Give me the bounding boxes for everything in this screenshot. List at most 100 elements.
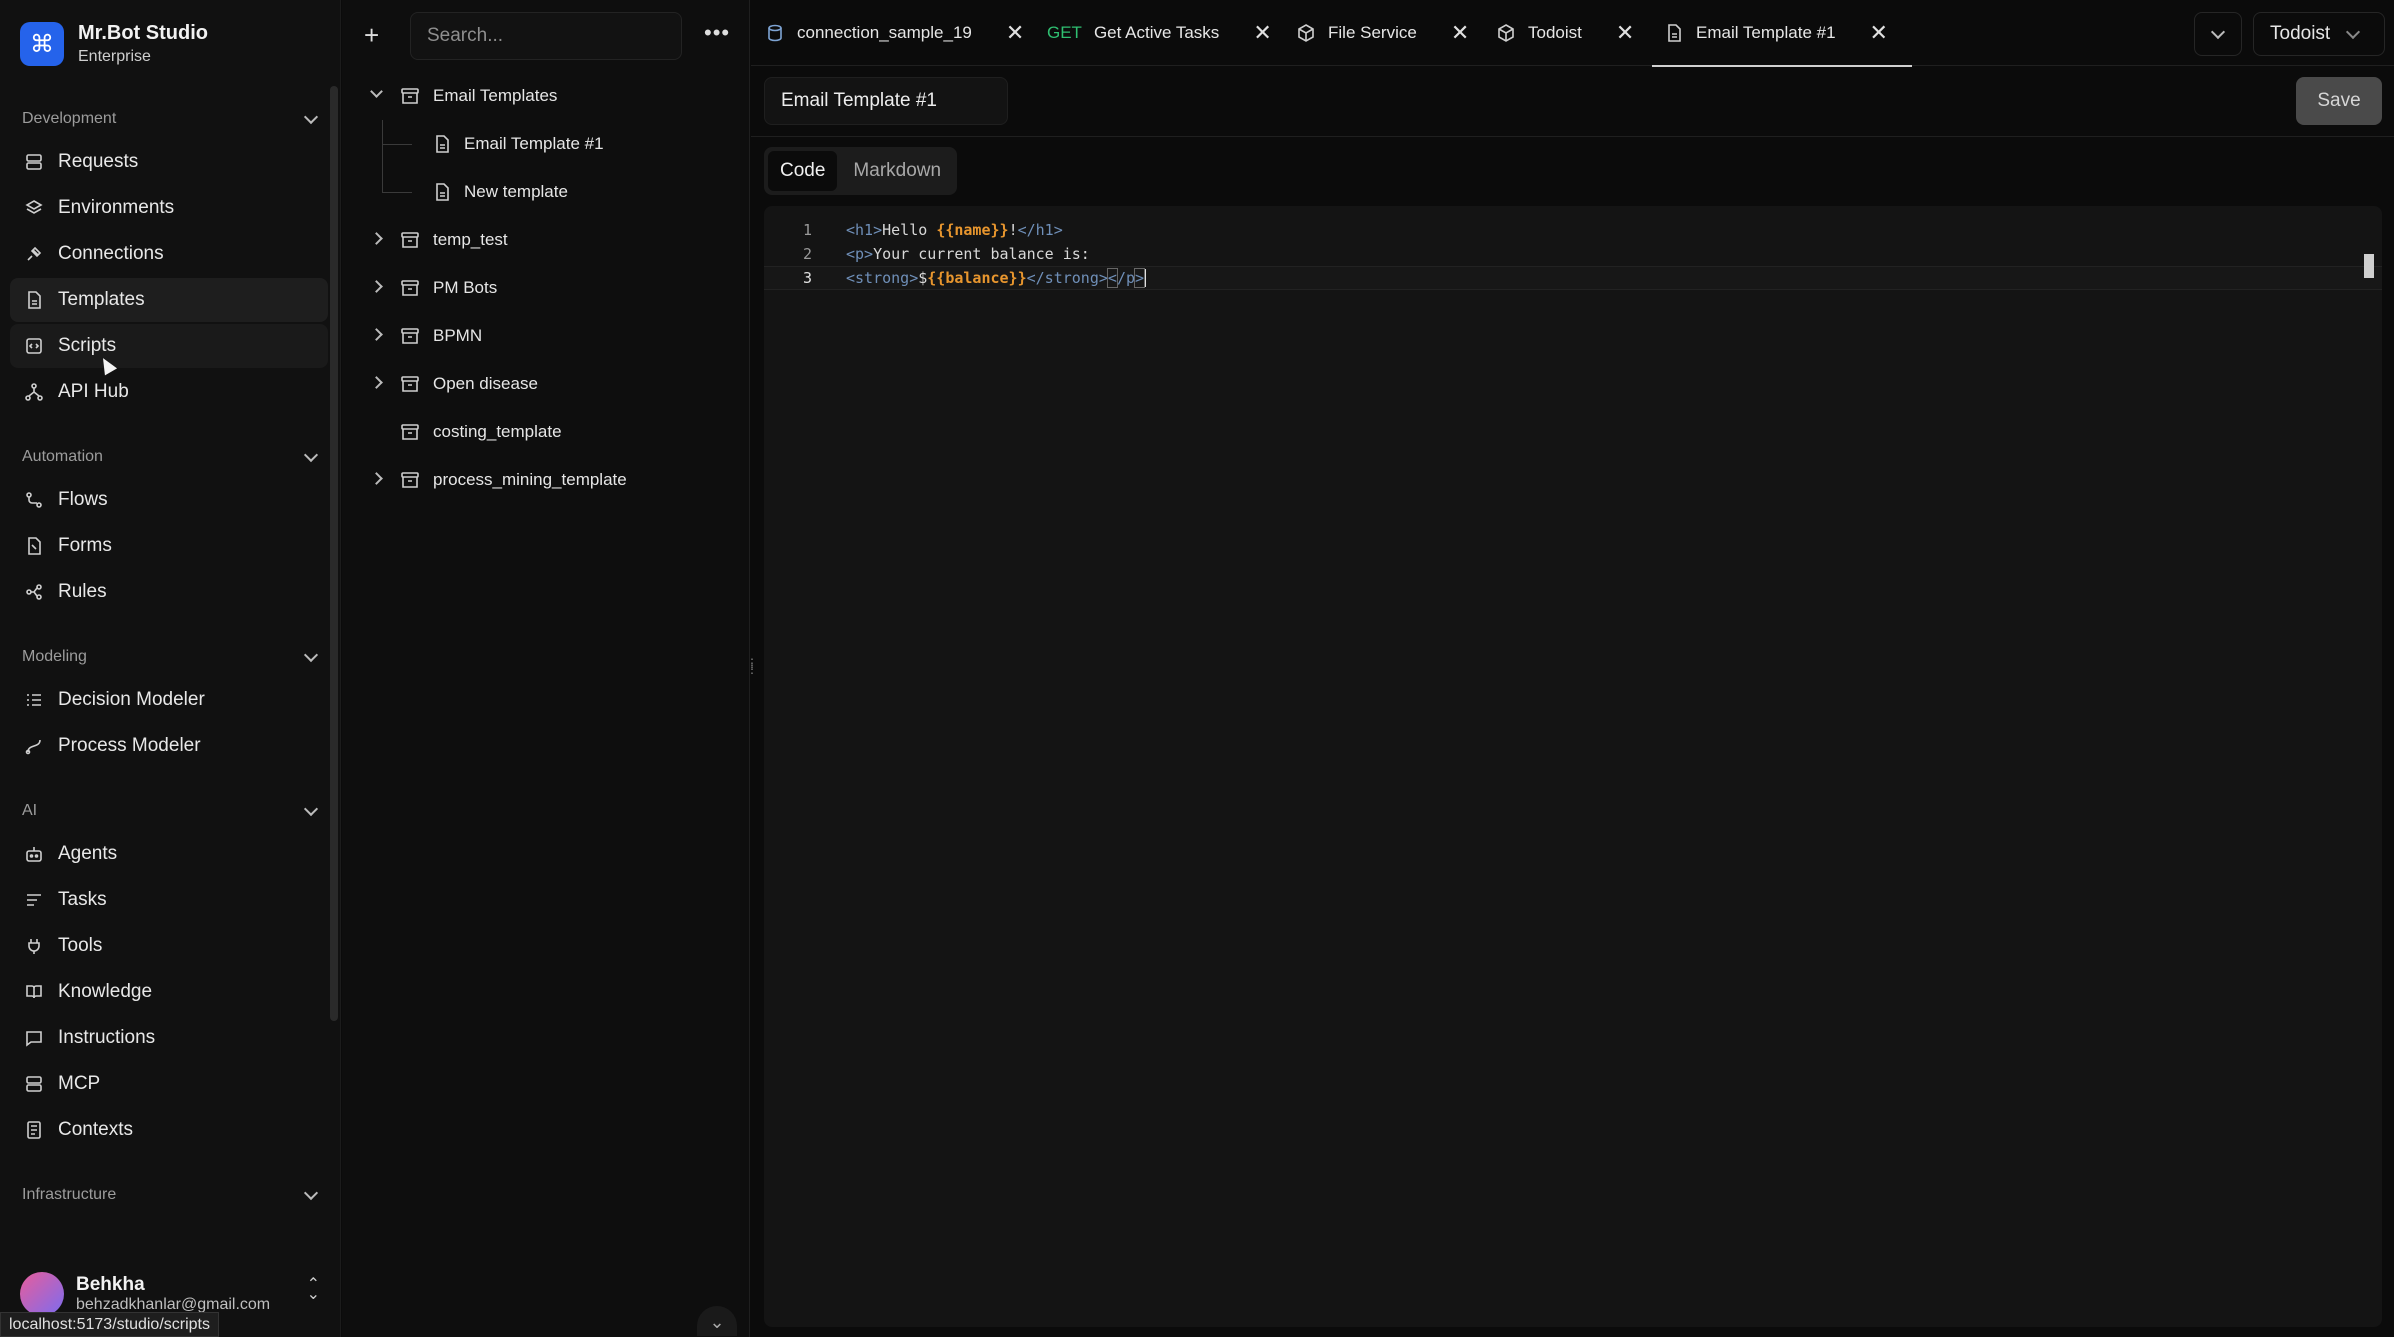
sidebar-item-label: Instructions <box>58 1027 156 1048</box>
brand[interactable]: ⌘ Mr.Bot Studio Enterprise <box>20 22 208 66</box>
http-method-badge: GET <box>1047 23 1082 42</box>
section-automation[interactable]: Automation <box>10 438 328 476</box>
sidebar-item-scripts[interactable]: Scripts <box>10 324 328 368</box>
close-icon[interactable]: ✕ <box>1616 20 1634 46</box>
tree-folder[interactable]: Email Templates <box>342 72 750 120</box>
section-development[interactable]: Development <box>10 100 328 138</box>
sidebar-item-label: Environments <box>58 197 175 218</box>
tree-folder[interactable]: Open disease <box>342 360 750 408</box>
chevron-right-icon[interactable] <box>370 280 383 293</box>
tree-item-label: New template <box>464 182 568 201</box>
line-number: 2 <box>802 245 812 263</box>
archive-icon <box>400 230 420 250</box>
sidebar-item-process-modeler[interactable]: Process Modeler <box>10 724 328 768</box>
tab-request[interactable]: GET Get Active Tasks ✕ <box>1047 0 1272 66</box>
sidebar-item-decision-modeler[interactable]: Decision Modeler <box>10 678 328 722</box>
chevron-right-icon[interactable] <box>370 376 383 389</box>
section-modeling[interactable]: Modeling <box>10 638 328 676</box>
close-icon[interactable]: ✕ <box>1870 20 1888 46</box>
sidebar-item-label: Flows <box>58 489 108 510</box>
sidebar-item-knowledge[interactable]: Knowledge <box>10 970 328 1014</box>
tab-markdown[interactable]: Markdown <box>841 151 953 191</box>
user-menu[interactable]: Behkha behzadkhanlar@gmail.com ⌃ ⌄ <box>20 1272 320 1316</box>
section-ai[interactable]: AI <box>10 792 328 830</box>
sidebar-item-rules[interactable]: Rules <box>10 570 328 614</box>
section-infrastructure[interactable]: Infrastructure <box>10 1176 328 1214</box>
sidebar-item-label: API Hub <box>58 381 129 402</box>
line-number: 1 <box>802 221 812 239</box>
template-title-input[interactable] <box>764 77 1008 125</box>
search-input[interactable] <box>410 12 682 60</box>
sidebar-item-environments[interactable]: Environments <box>10 186 328 230</box>
tree-folder[interactable]: costing_template <box>342 408 750 456</box>
chevron-down-icon[interactable] <box>370 85 383 98</box>
sidebar-item-api-hub[interactable]: API Hub <box>10 370 328 414</box>
tree-list: Email Templates Email Template #1 New te… <box>342 72 750 504</box>
plug-tool-icon <box>24 936 44 956</box>
tree-folder[interactable]: PM Bots <box>342 264 750 312</box>
section-title: Automation <box>22 448 103 465</box>
panel-resize-handle[interactable]: ⋮ ⋮ <box>746 657 758 678</box>
chevron-right-icon[interactable] <box>370 232 383 245</box>
code-editor[interactable]: 1 <h1>Hello {{name}}!</h1> 2 <p>Your cur… <box>764 206 2382 1327</box>
workspace-select[interactable]: Todoist <box>2253 12 2385 56</box>
sidebar-item-tasks[interactable]: Tasks <box>10 878 328 922</box>
sidebar-item-connections[interactable]: Connections <box>10 232 328 276</box>
close-icon[interactable]: ✕ <box>1006 20 1024 46</box>
tab-file-service[interactable]: File Service ✕ <box>1296 0 1469 66</box>
sidebar-item-label: Decision Modeler <box>58 689 205 710</box>
tab-code[interactable]: Code <box>768 151 838 191</box>
close-icon[interactable]: ✕ <box>1253 20 1271 46</box>
line-number: 3 <box>802 269 812 287</box>
network-icon <box>24 382 44 402</box>
sidebar-item-label: Tasks <box>58 889 107 910</box>
save-button[interactable]: Save <box>2296 77 2382 125</box>
tree-folder[interactable]: temp_test <box>342 216 750 264</box>
flow-icon <box>24 490 44 510</box>
rules-icon <box>24 582 44 602</box>
tree-folder[interactable]: process_mining_template <box>342 456 750 504</box>
code-line[interactable]: 1 <h1>Hello {{name}}!</h1> <box>764 218 2382 242</box>
sidebar-item-agents[interactable]: Agents <box>10 832 328 876</box>
chevron-right-icon[interactable] <box>370 328 383 341</box>
archive-icon <box>400 278 420 298</box>
tree-item-label: PM Bots <box>433 278 498 297</box>
database-icon <box>765 23 785 43</box>
sidebar-item-contexts[interactable]: Contexts <box>10 1108 328 1152</box>
form-icon <box>24 536 44 556</box>
divider <box>751 136 2394 137</box>
tree-guide-line <box>382 120 383 192</box>
template-tree-panel: + ••• Email Templates Email Template #1 … <box>342 0 750 1337</box>
chevron-down-icon[interactable]: ⌄ <box>697 1306 737 1336</box>
sidebar-item-flows[interactable]: Flows <box>10 478 328 522</box>
section-title: Development <box>22 110 117 127</box>
tab-todoist[interactable]: Todoist ✕ <box>1496 0 1634 66</box>
sidebar-item-mcp[interactable]: MCP <box>10 1062 328 1106</box>
app-name: Mr.Bot Studio <box>78 22 208 44</box>
chevron-right-icon[interactable] <box>370 472 383 485</box>
sidebar-item-forms[interactable]: Forms <box>10 524 328 568</box>
code-line[interactable]: 2 <p>Your current balance is: <box>764 242 2382 266</box>
tree-folder[interactable]: BPMN <box>342 312 750 360</box>
close-icon[interactable]: ✕ <box>1451 20 1469 46</box>
workspace-label: Todoist <box>2270 23 2331 44</box>
curve-icon <box>24 736 44 756</box>
tabs-overflow-button[interactable] <box>2194 12 2242 56</box>
tab-connection[interactable]: connection_sample_19 ✕ <box>765 0 1024 66</box>
list-tree-icon <box>24 690 44 710</box>
sidebar-item-templates[interactable]: Templates <box>10 278 328 322</box>
tree-item-label: Open disease <box>433 374 538 393</box>
sidebar-item-requests[interactable]: Requests <box>10 140 328 184</box>
file-icon <box>1664 23 1684 43</box>
sidebar-item-label: Agents <box>58 843 118 864</box>
file-icon <box>432 134 452 154</box>
more-icon[interactable]: ••• <box>704 20 730 46</box>
app-edition: Enterprise <box>78 48 151 65</box>
code-line[interactable]: 3 <strong>${{balance}}</strong></p> <box>764 266 2382 290</box>
sidebar-item-instructions[interactable]: Instructions <box>10 1016 328 1060</box>
sidebar-scrollbar[interactable] <box>330 86 338 1021</box>
sidebar-item-tools[interactable]: Tools <box>10 924 328 968</box>
tab-email-template[interactable]: Email Template #1 ✕ <box>1652 0 1912 67</box>
chevron-up-down-icon: ⌃ ⌄ <box>306 1276 320 1303</box>
add-icon[interactable]: + <box>364 22 379 48</box>
